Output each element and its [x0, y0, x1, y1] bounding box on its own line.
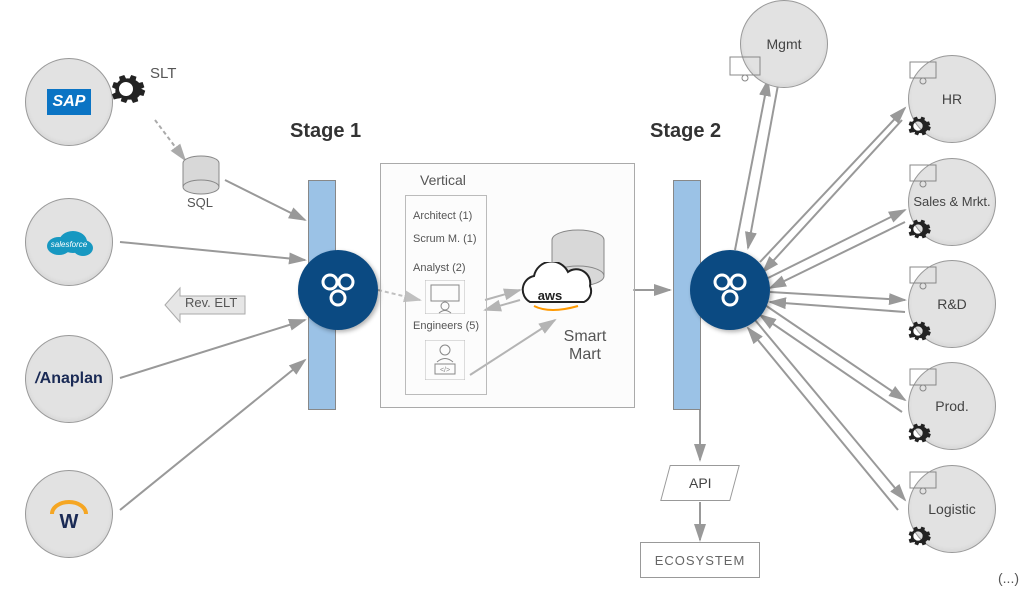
sap-logo: SAP [47, 89, 92, 115]
prod-gear-icon [904, 419, 932, 447]
logistic-gear-icon [904, 522, 932, 550]
svg-text:</>: </> [440, 367, 450, 374]
rev-elt-label: Rev. ELT [185, 295, 237, 310]
hr-gear-icon [904, 112, 932, 140]
engineer-person-icon: </> [425, 340, 465, 380]
api-box: API [660, 465, 740, 501]
dept-hr-label: HR [942, 91, 962, 107]
ecosystem-box: ECOSYSTEM [640, 542, 760, 578]
rd-dashboard-icon [908, 265, 938, 291]
smart-mart-label: Smart Mart [550, 328, 620, 363]
sql-cylinder-icon [178, 155, 224, 197]
dept-sales-label: Sales & Mrkt. [913, 195, 990, 209]
role-scrum: Scrum M. (1) [413, 233, 477, 245]
aws-cloud-icon: aws [510, 262, 602, 320]
slt-gear-icon [105, 68, 147, 110]
dept-prod-label: Prod. [935, 398, 968, 414]
svg-text:W: W [60, 511, 79, 533]
salesforce-logo-icon: salesforce [39, 222, 99, 262]
sql-label: SQL [187, 195, 213, 210]
source-workday: W [25, 470, 113, 558]
hub1-icon [316, 268, 360, 312]
ecosystem-label: ECOSYSTEM [655, 553, 746, 568]
dept-logistic-label: Logistic [928, 501, 975, 517]
mgmt-dashboard-icon [728, 55, 762, 83]
rd-gear-icon [904, 317, 932, 345]
logistic-dashboard-icon [908, 470, 938, 496]
hub1-circle [298, 250, 378, 330]
workday-logo-icon: W [44, 494, 94, 534]
api-label: API [689, 475, 712, 491]
anaplan-logo: /Anaplan [35, 370, 103, 388]
hub2-circle [690, 250, 770, 330]
svg-text:aws: aws [538, 288, 563, 303]
sales-gear-icon [904, 215, 932, 243]
dept-rd-label: R&D [937, 296, 967, 312]
source-salesforce: salesforce [25, 198, 113, 286]
hr-dashboard-icon [908, 60, 938, 86]
hub2-icon [708, 268, 752, 312]
stage2-label: Stage 2 [650, 120, 721, 143]
sales-dashboard-icon [908, 163, 938, 189]
prod-dashboard-icon [908, 367, 938, 393]
role-engineers: Engineers (5) [413, 320, 479, 332]
svg-text:salesforce: salesforce [51, 240, 88, 249]
vertical-label: Vertical [420, 172, 466, 188]
slt-label: SLT [150, 65, 176, 82]
role-architect: Architect (1) [413, 210, 472, 222]
dept-mgmt-label: Mgmt [767, 36, 802, 52]
role-analyst: Analyst (2) [413, 262, 466, 274]
source-anaplan: /Anaplan [25, 335, 113, 423]
source-sap: SAP [25, 58, 113, 146]
analyst-person-icon [425, 280, 465, 314]
ellipsis-label: (...) [998, 570, 1019, 586]
stage1-label: Stage 1 [290, 120, 361, 143]
